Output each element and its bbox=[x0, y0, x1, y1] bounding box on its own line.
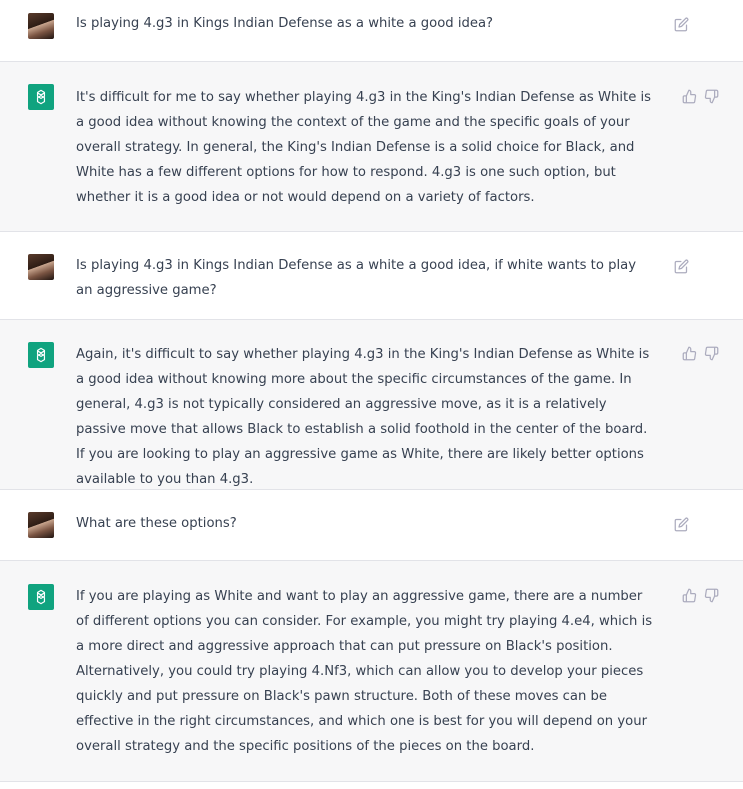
assistant-message-text: It's difficult for me to say whether pla… bbox=[76, 90, 652, 205]
assistant-avatar bbox=[28, 584, 54, 610]
message-actions bbox=[673, 516, 689, 532]
edit-icon[interactable] bbox=[673, 516, 689, 532]
user-message: Is playing 4.g3 in Kings Indian Defense … bbox=[0, 0, 743, 62]
user-message: What are these options? bbox=[0, 490, 743, 561]
openai-logo-icon bbox=[36, 89, 46, 105]
user-message-text: Is playing 4.g3 in Kings Indian Defense … bbox=[76, 16, 494, 31]
thumbs-down-icon[interactable] bbox=[703, 88, 719, 104]
chat-thread: Is playing 4.g3 in Kings Indian Defense … bbox=[0, 0, 743, 789]
message-actions bbox=[673, 258, 689, 274]
openai-logo-icon bbox=[36, 347, 46, 363]
edit-icon[interactable] bbox=[673, 16, 689, 32]
assistant-message: Again, it's difficult to say whether pla… bbox=[0, 320, 743, 490]
assistant-message: If you are playing as White and want to … bbox=[0, 561, 743, 782]
feedback-actions bbox=[681, 587, 719, 603]
user-message: Is playing 4.g3 in Kings Indian Defense … bbox=[0, 232, 743, 320]
user-avatar bbox=[28, 13, 54, 39]
assistant-message-text: Again, it's difficult to say whether pla… bbox=[76, 347, 650, 487]
user-avatar bbox=[28, 254, 54, 280]
openai-logo-icon bbox=[36, 589, 46, 605]
assistant-message: It's difficult for me to say whether pla… bbox=[0, 62, 743, 232]
feedback-actions bbox=[681, 345, 719, 361]
feedback-actions bbox=[681, 88, 719, 104]
assistant-avatar bbox=[28, 84, 54, 110]
edit-icon[interactable] bbox=[673, 258, 689, 274]
thumbs-up-icon[interactable] bbox=[681, 88, 697, 104]
thumbs-down-icon[interactable] bbox=[703, 587, 719, 603]
thumbs-up-icon[interactable] bbox=[681, 345, 697, 361]
thumbs-up-icon[interactable] bbox=[681, 587, 697, 603]
message-actions bbox=[673, 16, 689, 32]
user-message-text: What are these options? bbox=[76, 516, 237, 531]
user-message-text: Is playing 4.g3 in Kings Indian Defense … bbox=[76, 258, 637, 298]
thumbs-down-icon[interactable] bbox=[703, 345, 719, 361]
assistant-message-text: If you are playing as White and want to … bbox=[76, 589, 653, 754]
user-avatar bbox=[28, 512, 54, 538]
assistant-avatar bbox=[28, 342, 54, 368]
